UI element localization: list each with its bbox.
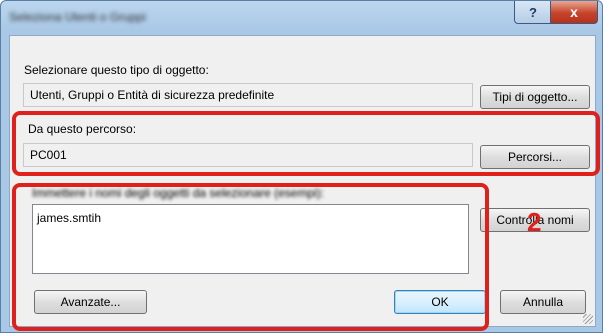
help-button[interactable]: ? (514, 1, 552, 24)
resize-grip-icon[interactable] (583, 314, 593, 324)
cancel-button[interactable]: Annulla (500, 290, 586, 314)
window-title: Seleziona Utenti o Gruppi (9, 10, 146, 24)
title-bar[interactable]: Seleziona Utenti o Gruppi ? x (1, 1, 602, 35)
step-callout-number: 2 (527, 207, 542, 237)
object-type-label: Selezionare questo tipo di oggetto: (24, 63, 209, 77)
object-types-button[interactable]: Tipi di oggetto... (480, 85, 590, 109)
close-button[interactable]: x (550, 1, 598, 24)
object-type-field: Utenti, Gruppi o Entità di sicurezza pre… (23, 83, 473, 107)
location-highlight-box (12, 111, 600, 176)
names-highlight-box (12, 183, 489, 331)
